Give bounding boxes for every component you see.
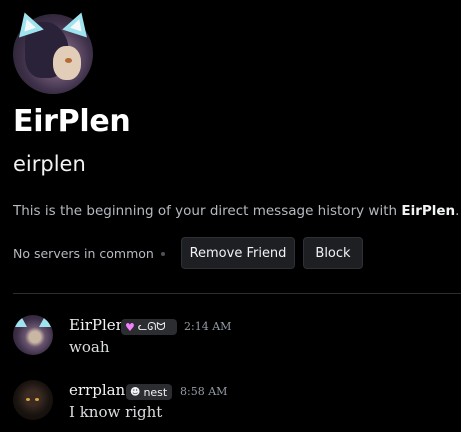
message-author[interactable]: EirPlen (69, 316, 125, 334)
divider (13, 293, 461, 294)
heart-icon: ♥ (125, 320, 135, 334)
dm-history-intro: This is the beginning of your direct mes… (13, 203, 459, 219)
remove-friend-button[interactable]: Remove Friend (181, 237, 295, 269)
intro-name: EirPlen (401, 203, 456, 219)
message-content: I know right (69, 403, 163, 421)
block-button[interactable]: Block (303, 237, 363, 269)
separator-dot (161, 252, 165, 256)
profile-display-name: EirPlen (13, 104, 131, 139)
message-timestamp[interactable]: 8:58 AM (180, 385, 227, 398)
message-content: woah (69, 338, 110, 356)
message-author[interactable]: errplane (69, 381, 134, 399)
profile-avatar[interactable] (12, 8, 94, 94)
server-tag[interactable]: ☻ nest (126, 384, 172, 400)
avatar-eye (26, 398, 30, 401)
server-tag-text: ᓚᘏᗢ (137, 320, 166, 333)
server-tag[interactable]: ♥ ᓚᘏᗢ (121, 319, 177, 335)
avatar-eye (35, 398, 39, 401)
message-avatar[interactable] (13, 380, 53, 420)
profile-username: eirplen (13, 152, 86, 176)
server-tag-text: nest (143, 385, 168, 399)
intro-text: This is the beginning of your direct mes… (13, 203, 402, 219)
message-timestamp[interactable]: 2:14 AM (184, 320, 231, 333)
ghost-cat-icon: ☻ (130, 386, 141, 398)
intro-suffix: . (455, 203, 460, 219)
mutual-servers-link[interactable]: No servers in common (13, 246, 154, 261)
message-avatar[interactable] (13, 315, 53, 355)
